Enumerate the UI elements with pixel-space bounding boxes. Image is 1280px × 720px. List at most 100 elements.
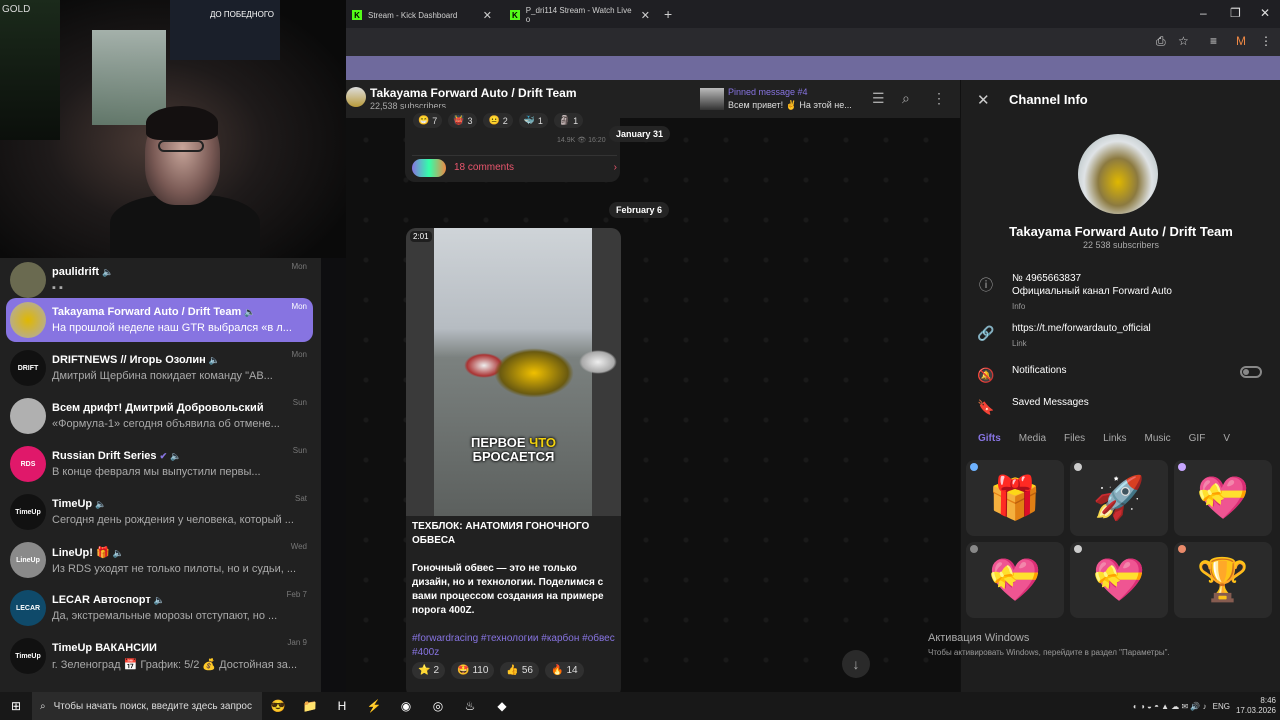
link-row[interactable]: 🔗 https://t.me/forwardauto_official Link	[977, 323, 1267, 353]
pinned-message[interactable]: Pinned message #4 Всем привет! ✌ На этой…	[700, 86, 860, 112]
gift-item[interactable]: 🚀	[1070, 460, 1168, 536]
close-window-button[interactable]: ✕	[1260, 6, 1270, 20]
bookmark-star-icon[interactable]: ☆	[1178, 34, 1189, 48]
gift-item[interactable]: 💝	[1070, 542, 1168, 618]
saved-messages-row[interactable]: 🔖 Saved Messages	[977, 397, 1267, 417]
taskbar-app-icon[interactable]: H	[326, 692, 358, 720]
tray-icons[interactable]: ◐ ◑ ◒ ◓ ▲ ☁ ✉ 🔊 ♪	[1133, 702, 1207, 711]
taskbar-app-icon[interactable]: ◆	[486, 692, 518, 720]
chrome-icon[interactable]: ◉	[390, 692, 422, 720]
obs-icon[interactable]: ◎	[422, 692, 454, 720]
chat-name: paulidrift	[52, 266, 100, 278]
chat-preview: Да, экстремальные морозы отступают, но .…	[52, 610, 278, 622]
chat-item-driftnews[interactable]: DRIFT DRIFTNEWS // Игорь Озолин 🔈 Дмитри…	[6, 346, 313, 390]
gift-item[interactable]: 💝	[1174, 460, 1272, 536]
tab-media[interactable]: Media	[1019, 430, 1046, 452]
address-bar[interactable]: ⎙ ☆ ≡ M ⋮	[346, 28, 1280, 56]
notifications-toggle[interactable]	[1240, 366, 1262, 378]
gift-item[interactable]: 💝	[966, 542, 1064, 618]
notifications-row[interactable]: 🔕 Notifications	[977, 365, 1267, 385]
file-explorer-icon[interactable]: 📁	[294, 692, 326, 720]
taskbar-search[interactable]: ⌕ Чтобы начать поиск, введите здесь запр…	[32, 692, 262, 720]
shared-media-tabs: Gifts Media Files Links Music GIF V	[960, 430, 1280, 452]
webcam-board-text: ДО ПОБЕДНОГО	[210, 10, 274, 19]
reaction-chip[interactable]: 🗿 1	[553, 113, 584, 128]
message-bubble-post[interactable]: ПЕРВОЕ ЧТО БРОСАЕТСЯ 2:01 ТЕХБЛОК: АНАТО…	[406, 228, 621, 698]
taskbar-app-icon[interactable]: 😎	[262, 692, 294, 720]
chat-item-takayama[interactable]: Takayama Forward Auto / Drift Team 🔈 На …	[6, 298, 313, 342]
reaction-chip[interactable]: 🤩 110	[451, 662, 495, 679]
menu-dots-icon[interactable]: ⋮	[1260, 34, 1272, 48]
scroll-down-button[interactable]: ↓	[842, 650, 870, 678]
video-preview[interactable]: ПЕРВОЕ ЧТО БРОСАЕТСЯ 2:01	[406, 228, 621, 516]
channel-name: Takayama Forward Auto / Drift Team	[1009, 224, 1233, 239]
comments-button[interactable]: 18 comments ›	[412, 155, 617, 179]
bell-off-icon: 🔕	[977, 367, 995, 383]
search-icon[interactable]: ⌕	[902, 90, 910, 107]
chat-item-timeup-vacancies[interactable]: TimeUp TimeUp ВАКАНСИИ г. Зеленоград 📅 Г…	[6, 634, 313, 678]
search-placeholder: Чтобы начать поиск, введите здесь запрос	[53, 700, 252, 712]
avatar: TimeUp	[10, 494, 46, 530]
reaction-chip[interactable]: 👹 3	[448, 113, 478, 128]
video-car	[579, 350, 617, 374]
reaction-chip[interactable]: 🐳 1	[518, 113, 548, 128]
chat-name: Russian Drift Series	[52, 450, 157, 462]
channel-title[interactable]: Takayama Forward Auto / Drift Team	[370, 86, 577, 100]
reaction-chip[interactable]: 😁 7	[413, 113, 443, 128]
chat-preview: На прошлой неделе наш GTR выбрался «в л.…	[52, 322, 292, 334]
chat-item-vsem-drift[interactable]: Всем дрифт! Дмитрий Добровольский «Форму…	[6, 394, 313, 438]
reaction-chip[interactable]: 😐 2	[483, 113, 513, 128]
chat-item-lineup[interactable]: LineUp LineUp! 🎁 🔈 Из RDS уходят не толь…	[6, 538, 313, 582]
gift-item[interactable]: 🏆	[1174, 542, 1272, 618]
reaction-chip[interactable]: ⭐ 2	[412, 662, 446, 679]
media-control-icon[interactable]: ≡	[1210, 34, 1217, 48]
chat-preview: г. Зеленоград 📅 График: 5/2 💰 Достойная …	[52, 658, 298, 671]
close-icon[interactable]: ✕	[977, 91, 990, 109]
steam-icon[interactable]: ♨	[454, 692, 486, 720]
channel-avatar-large[interactable]	[1078, 134, 1158, 214]
tab-links[interactable]: Links	[1103, 430, 1126, 452]
chat-time: Mon	[291, 302, 307, 311]
tab-music[interactable]: Music	[1145, 430, 1171, 452]
saved-messages-label: Saved Messages	[1012, 397, 1089, 408]
channel-avatar[interactable]	[346, 87, 366, 107]
reaction-chip[interactable]: 👍 56	[500, 662, 539, 679]
tab-gif[interactable]: GIF	[1189, 430, 1206, 452]
restore-button[interactable]: ❐	[1230, 6, 1241, 20]
chat-item-lecar[interactable]: LECAR LECAR Автоспорт 🔈 Да, экстремальны…	[6, 586, 313, 630]
minimize-button[interactable]: –	[1200, 6, 1207, 20]
info-row[interactable]: ⓘ № 4965663837 Официальный канал Forward…	[977, 273, 1267, 313]
chat-item-rds[interactable]: RDS Russian Drift Series ✔ 🔈 В конце фев…	[6, 442, 313, 486]
channel-link[interactable]: https://t.me/forwardauto_official	[1012, 323, 1151, 334]
more-menu-icon[interactable]: ⋮	[932, 90, 946, 107]
post-hashtags[interactable]: #forwardracing #технологии #карбон #обве…	[412, 632, 617, 660]
tab-voice[interactable]: V	[1223, 430, 1230, 452]
tab-files[interactable]: Files	[1064, 430, 1085, 452]
pinned-list-icon[interactable]: ☰	[872, 90, 885, 107]
avatar: TimeUp	[10, 638, 46, 674]
taskbar-app-icon[interactable]: ⚡	[358, 692, 390, 720]
browser-tab-kick-dashboard[interactable]: K Stream - Kick Dashboard ✕	[346, 4, 498, 26]
taskbar-clock[interactable]: 8:46 17.03.2026	[1236, 696, 1276, 716]
gift-item[interactable]: 🎁	[966, 460, 1064, 536]
reaction-chip[interactable]: 🔥 14	[545, 662, 584, 679]
chat-name: Всем дрифт! Дмитрий Добровольский	[52, 402, 264, 414]
profile-icon[interactable]: M	[1236, 34, 1246, 48]
close-tab-icon[interactable]: ✕	[483, 9, 492, 22]
language-indicator[interactable]: ENG	[1213, 702, 1230, 711]
webcam-person-hair	[146, 106, 218, 140]
install-app-icon[interactable]: ⎙	[1156, 34, 1166, 49]
notifications-label: Notifications	[1012, 365, 1067, 376]
close-tab-icon[interactable]: ✕	[641, 9, 650, 22]
tab-gifts[interactable]: Gifts	[978, 430, 1001, 452]
new-tab-button[interactable]: +	[664, 6, 672, 22]
chat-item-paulidrift[interactable]: paulidrift 🔈 ▪ ▪ Mon	[6, 258, 313, 302]
windows-taskbar: ⊞ ⌕ Чтобы начать поиск, введите здесь за…	[0, 692, 1280, 720]
chat-preview: Дмитрий Щербина покидает команду "AB...	[52, 370, 273, 382]
chat-item-timeup[interactable]: TimeUp TimeUp 🔈 Сегодня день рождения у …	[6, 490, 313, 534]
avatar	[10, 302, 46, 338]
windows-start-icon[interactable]: ⊞	[0, 692, 32, 720]
browser-tab-stream[interactable]: K P_dri114 Stream - Watch Live o ✕	[504, 4, 656, 26]
kick-icon: K	[352, 10, 362, 20]
webcam-sign-gold: GOLD	[2, 4, 31, 15]
